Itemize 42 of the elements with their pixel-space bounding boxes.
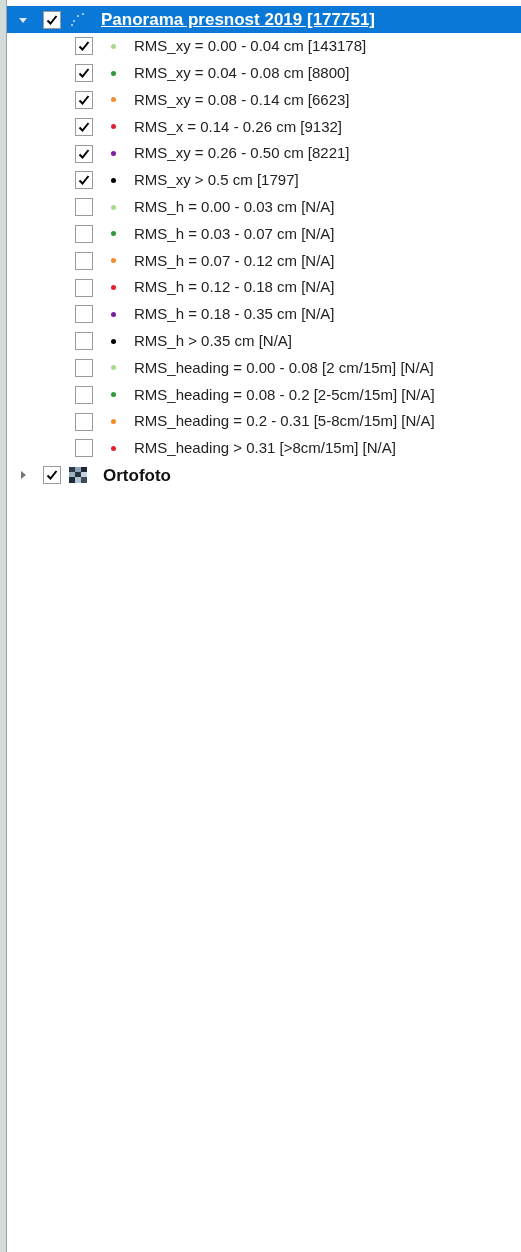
checkbox[interactable] [75,91,93,109]
checkbox[interactable] [75,117,93,136]
checkbox[interactable] [75,278,93,297]
legend-label: RMS_xy = 0.00 - 0.04 cm [143178] [134,36,367,57]
checkbox[interactable] [75,358,93,377]
legend-label: RMS_h > 0.35 cm [N/A] [134,330,292,351]
legend-label: RMS_h = 0.03 - 0.07 cm [N/A] [134,223,335,244]
legend-label: RMS_xy = 0.08 - 0.14 cm [6623] [134,89,350,110]
collapse-arrow-icon[interactable] [19,15,27,24]
checkbox[interactable] [43,466,61,485]
checkbox[interactable] [75,332,93,351]
checkbox[interactable] [75,37,93,56]
legend-label: RMS_h = 0.18 - 0.35 cm [N/A] [134,304,335,325]
layer-row[interactable]: Ortofoto [7,461,521,489]
checkbox[interactable] [75,171,93,190]
checkbox[interactable] [43,10,61,29]
checkbox[interactable] [75,251,93,270]
checkbox[interactable] [75,64,93,83]
legend-label: RMS_xy > 0.5 cm [1797] [134,170,299,191]
layer-row[interactable]: Panorama presnost 2019 [177751] [7,6,521,33]
legend-label: RMS_h = 0.07 - 0.12 cm [N/A] [134,250,335,271]
legend-label: RMS_heading = 0.2 - 0.31 [5-8cm/15m] [N/A] [134,411,435,432]
checkbox[interactable] [75,305,93,324]
raster-icon [69,467,87,484]
legend-label: RMS_x = 0.14 - 0.26 cm [9132] [134,116,343,137]
legend-label: RMS_heading = 0.08 - 0.2 [2-5cm/15m] [N/A] [134,384,435,405]
legend-label: RMS_h = 0.12 - 0.18 cm [N/A] [134,277,335,298]
checkbox[interactable] [75,198,93,217]
expand-arrow-icon[interactable] [19,471,27,480]
checkbox[interactable] [75,224,93,243]
points-icon [69,11,85,28]
layer-name: Panorama presnost 2019 [177751] [101,8,376,31]
legend-label: RMS_xy = 0.26 - 0.50 cm [8221] [134,143,350,164]
legend-label: RMS_heading > 0.31 [>8cm/15m] [N/A] [134,438,396,459]
legend-label: RMS_heading = 0.00 - 0.08 [2 cm/15m] [N/A] [134,357,434,378]
checkbox[interactable] [75,385,93,404]
legend-label: RMS_xy = 0.04 - 0.08 cm [8800] [134,62,350,83]
checkbox[interactable] [75,144,93,163]
checkbox[interactable] [75,412,93,431]
checkbox[interactable] [75,439,93,458]
legend-label: RMS_h = 0.00 - 0.03 cm [N/A] [134,196,335,217]
layer-name: Ortofoto [103,464,171,487]
